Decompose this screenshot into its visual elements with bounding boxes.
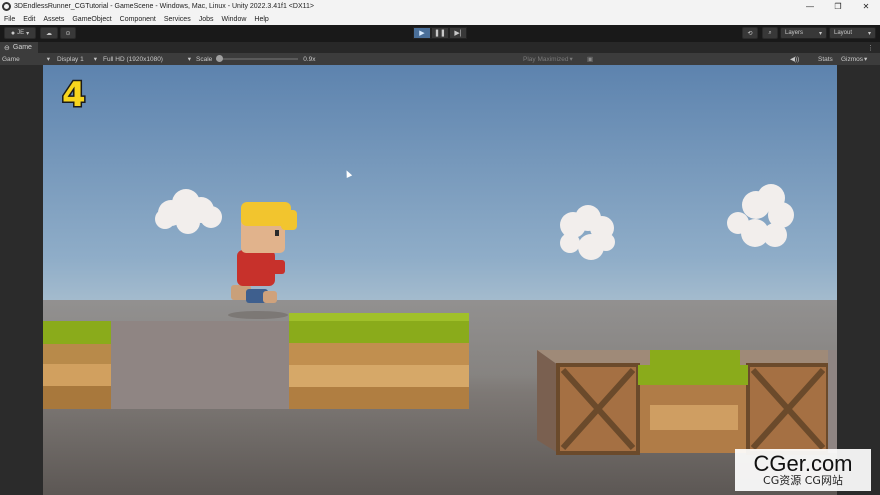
mute-audio-button[interactable]: ◀)) (790, 54, 799, 64)
scale-slider[interactable] (216, 55, 299, 62)
gizmos-dropdown[interactable]: Gizmos ▾ (841, 54, 867, 64)
tab-game-label: Game (12, 44, 32, 51)
play-controls: ▶ ❚❚ ▶| (413, 27, 467, 39)
display-label: Display 1 (57, 55, 84, 63)
play-icon: ▶ (419, 30, 425, 37)
resolution-label: Full HD (1920x1080) (103, 55, 163, 63)
scale-label: Scale (196, 55, 213, 63)
menu-help[interactable]: Help (254, 16, 268, 23)
game-viewport[interactable] (43, 65, 837, 495)
chevron-down-icon: ▾ (26, 30, 30, 37)
gizmos-label: Gizmos (841, 55, 864, 63)
menu-file[interactable]: File (4, 16, 15, 23)
layers-label: Layers (785, 30, 804, 36)
score-counter: 4 (61, 75, 88, 115)
search-button[interactable]: ⌕ (762, 27, 778, 39)
step-button[interactable]: ▶| (449, 27, 467, 39)
collab-icon: ⊙ (65, 30, 71, 37)
watermark-logo: CGer.com CG资源 CG网站 (735, 449, 871, 491)
search-icon: ⌕ (768, 29, 772, 36)
play-mode-label: Play Maximized (523, 55, 569, 63)
menu-assets[interactable]: Assets (43, 16, 64, 23)
frame-debugger-icon: ▣ (587, 56, 594, 63)
account-dropdown[interactable]: ● JE ▾ (4, 27, 36, 39)
menu-edit[interactable]: Edit (23, 16, 35, 23)
chevron-down-icon: ▾ (46, 56, 50, 63)
stats-label: Stats (818, 55, 833, 63)
history-icon: ⟲ (747, 30, 753, 37)
menu-window[interactable]: Window (222, 16, 247, 23)
pause-button[interactable]: ❚❚ (431, 27, 449, 39)
play-mode-dropdown[interactable]: Play Maximized ▾ (523, 54, 573, 64)
chevron-down-icon: ▾ (818, 30, 822, 37)
close-button[interactable]: ✕ (852, 0, 880, 13)
account-label: JE (17, 30, 25, 36)
menu-component[interactable]: Component (120, 16, 156, 23)
watermark-sub-text: CG资源 CG网站 (763, 473, 843, 487)
tab-game[interactable]: ⊖ Game (0, 42, 38, 53)
play-button[interactable]: ▶ (413, 27, 431, 39)
main-toolbar: ● JE ▾ ☁ ⊙ ▶ ❚❚ ▶| ⟲ ⌕ Layers ▾ Layout ▾ (0, 25, 880, 42)
cloud-button[interactable]: ☁ (40, 27, 58, 39)
chevron-down-icon: ▾ (569, 56, 573, 63)
platform-left (43, 313, 469, 409)
menu-jobs[interactable]: Jobs (199, 16, 214, 23)
account-icon: ● (10, 29, 16, 37)
minimize-button[interactable]: — (796, 0, 824, 13)
undo-history-button[interactable]: ⟲ (742, 27, 758, 39)
chevron-down-icon: ▾ (864, 56, 868, 63)
menu-services[interactable]: Services (164, 16, 191, 23)
collab-button[interactable]: ⊙ (60, 27, 76, 39)
scale-value: 0.9x (303, 55, 316, 63)
game-view-toolbar: Game ▾ Display 1 ▾ Full HD (1920x1080) ▾… (0, 53, 880, 65)
layers-dropdown[interactable]: Layers ▾ (780, 27, 827, 39)
more-options-icon[interactable]: ⋮ (867, 44, 874, 52)
chevron-down-icon: ▾ (187, 56, 191, 63)
scale-slider-handle[interactable] (216, 55, 224, 62)
cloud-icon: ☁ (46, 30, 52, 37)
view-mode-dropdown[interactable]: Game ▾ (2, 54, 50, 64)
tab-strip: ⊖ Game ⋮ (0, 42, 880, 53)
layout-label: Layout (834, 30, 853, 36)
pause-icon: ❚❚ (434, 30, 446, 37)
unity-logo-icon (2, 2, 11, 11)
step-icon: ▶| (454, 30, 462, 37)
view-mode-label: Game (2, 55, 20, 63)
scale-control: Scale 0.9x (196, 54, 316, 64)
stats-toggle[interactable]: Stats (818, 54, 833, 64)
menu-gameobject[interactable]: GameObject (72, 16, 111, 23)
display-dropdown[interactable]: Display 1 ▾ (57, 54, 97, 64)
resolution-dropdown[interactable]: Full HD (1920x1080) ▾ (103, 54, 191, 64)
frame-debugger-button[interactable]: ▣ (587, 54, 593, 64)
watermark-main-text: CGer.com (753, 450, 853, 476)
crate-platform (537, 350, 837, 455)
menu-bar: File Edit Assets GameObject Component Se… (0, 13, 880, 25)
game-scene-render (43, 65, 837, 495)
window-title: 3DEndlessRunner_CGTutorial - GameScene -… (14, 3, 314, 10)
maximize-button[interactable]: ❐ (824, 0, 852, 13)
chevron-down-icon: ▾ (93, 56, 97, 63)
game-controller-icon: ⊖ (4, 44, 10, 52)
layout-dropdown[interactable]: Layout ▾ (829, 27, 876, 39)
speaker-icon: ◀)) (790, 56, 800, 63)
chevron-down-icon: ▾ (867, 30, 871, 37)
window-title-bar: 3DEndlessRunner_CGTutorial - GameScene -… (0, 0, 880, 13)
